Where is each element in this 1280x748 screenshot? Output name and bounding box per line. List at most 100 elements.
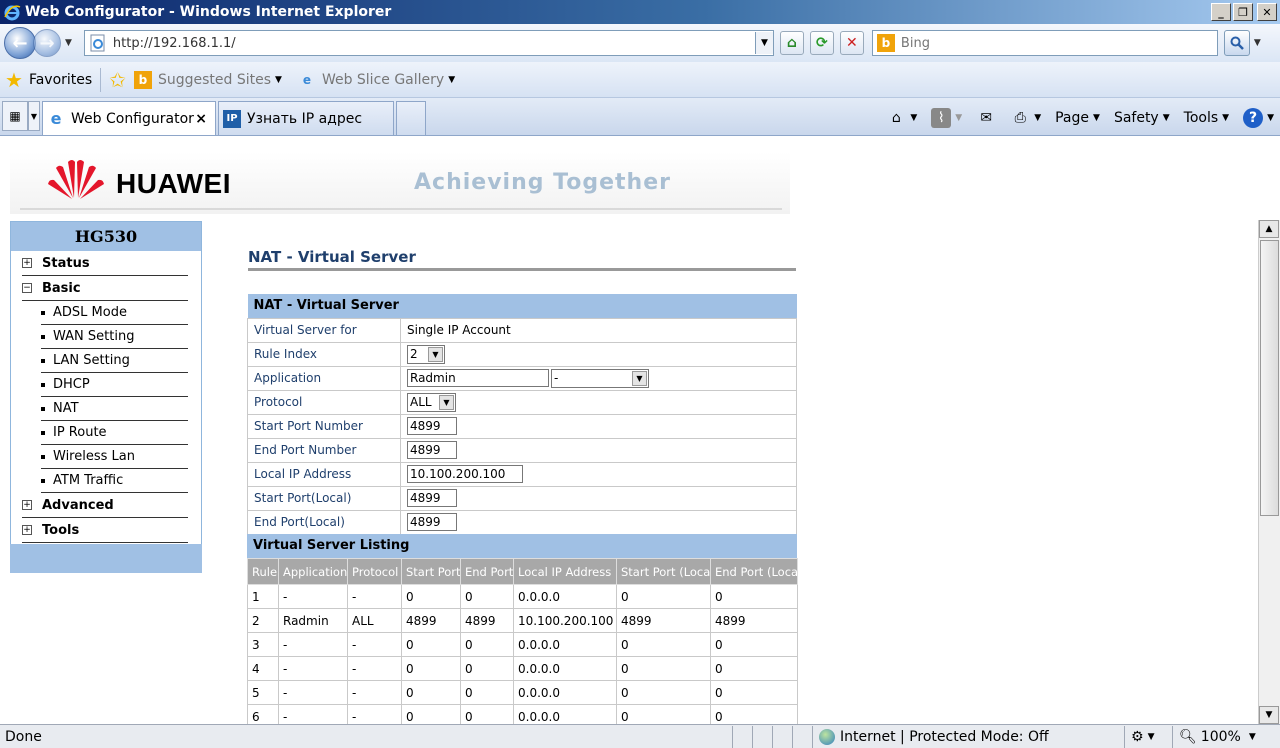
- favorites-button[interactable]: Favorites: [29, 72, 92, 88]
- protocol-select[interactable]: ALL ▼: [407, 392, 456, 412]
- add-to-favorites-icon[interactable]: ✩: [109, 68, 126, 92]
- vertical-scrollbar[interactable]: ▲ ▼: [1258, 220, 1280, 724]
- sidebar-item-tools[interactable]: + Tools: [22, 518, 188, 543]
- end-port-local-input[interactable]: [407, 513, 457, 531]
- history-dropdown-icon[interactable]: ▼: [65, 38, 72, 48]
- scroll-up-icon[interactable]: ▲: [1259, 220, 1279, 238]
- sidebar-item-lan-setting[interactable]: LAN Setting: [41, 349, 188, 373]
- forward-button[interactable]: →: [33, 29, 61, 57]
- sidebar-item-ip-route[interactable]: IP Route: [41, 421, 188, 445]
- table-cell: -: [347, 656, 402, 681]
- sidebar-item-basic[interactable]: − Basic: [22, 276, 188, 301]
- table-cell: -: [347, 704, 402, 724]
- zoom-icon: 🔍︎: [1179, 728, 1197, 745]
- form-row: End Port Number: [247, 437, 797, 463]
- home-icon: ⌂: [891, 110, 901, 126]
- rule-index-select[interactable]: 2 ▼: [407, 344, 445, 364]
- bullet-icon: [41, 430, 45, 435]
- refresh-icon[interactable]: ⟳: [809, 31, 834, 55]
- print-button[interactable]: ⎙ ▼: [1010, 108, 1042, 128]
- ie-logo-icon: [4, 5, 21, 21]
- end-port-input[interactable]: [407, 441, 457, 459]
- page-menu[interactable]: Page ▼: [1055, 110, 1100, 126]
- new-tab-button[interactable]: [396, 101, 426, 135]
- sidebar-item-status[interactable]: + Status: [22, 251, 188, 276]
- tab-web-configurator[interactable]: e Web Configurator ×: [42, 101, 216, 135]
- sidebar-item-atm-traffic[interactable]: ATM Traffic: [41, 469, 188, 493]
- application-input[interactable]: [407, 368, 549, 387]
- sidebar-item-label: Status: [42, 255, 90, 271]
- form-row: Local IP Address: [247, 461, 797, 487]
- search-dropdown-icon[interactable]: ▼: [1254, 38, 1261, 48]
- table-row: 6- -0 0 0.0.0.0 0 0: [247, 704, 798, 724]
- back-arrow-icon: ←: [12, 32, 28, 54]
- table-header-row: Rule Application Protocol Start Port End Por…: [247, 558, 798, 585]
- minimize-button[interactable]: _: [1211, 3, 1231, 21]
- column-header: Rule: [247, 558, 279, 585]
- table-cell: 1: [247, 584, 279, 609]
- restore-button[interactable]: ❐: [1233, 3, 1253, 21]
- scroll-down-icon[interactable]: ▼: [1259, 706, 1279, 724]
- feeds-button[interactable]: ⌇ ▼: [931, 108, 962, 128]
- start-port-input[interactable]: [407, 417, 457, 435]
- stop-icon[interactable]: ✕: [839, 31, 864, 55]
- sidebar-item-label: ADSL Mode: [53, 305, 127, 320]
- sidebar-item-label: Basic: [42, 280, 81, 296]
- form-cell: [400, 437, 797, 463]
- expand-icon: +: [22, 258, 32, 268]
- sidebar-item-wan-setting[interactable]: WAN Setting: [41, 325, 188, 349]
- form-row: End Port(Local): [247, 509, 797, 535]
- zoom-control[interactable]: 🔍︎ 100% ▼: [1172, 725, 1280, 748]
- protected-mode-button[interactable]: ⚙ ▼: [1124, 725, 1172, 748]
- suggested-sites-link[interactable]: b Suggested Sites ▼: [133, 70, 282, 89]
- table-cell: 0: [616, 704, 711, 724]
- help-button[interactable]: ? ▼: [1243, 108, 1274, 128]
- sidebar-item-adsl-mode[interactable]: ADSL Mode: [41, 301, 188, 325]
- sidebar-item-label: ATM Traffic: [53, 473, 124, 488]
- local-ip-input[interactable]: [407, 465, 523, 483]
- start-port-local-input[interactable]: [407, 489, 457, 507]
- tab-ip-address[interactable]: IP Узнать IP адрес: [218, 101, 394, 135]
- quick-tabs-icon[interactable]: ▦: [2, 101, 28, 131]
- close-window-button[interactable]: ✕: [1257, 3, 1277, 21]
- field-label: End Port Number: [247, 437, 401, 463]
- status-pane: [732, 725, 752, 748]
- table-cell: 4899: [401, 608, 461, 633]
- close-tab-icon[interactable]: ×: [195, 111, 207, 127]
- chevron-down-icon: ▼: [1267, 113, 1274, 123]
- bullet-icon: [41, 454, 45, 459]
- address-box[interactable]: ▼: [83, 30, 774, 56]
- safety-menu-label: Safety: [1113, 110, 1159, 126]
- scroll-thumb[interactable]: [1260, 240, 1279, 516]
- home-button[interactable]: ⌂ ▼: [886, 108, 917, 128]
- sidebar-item-nat[interactable]: NAT: [41, 397, 188, 421]
- security-zone[interactable]: Internet | Protected Mode: Off: [812, 725, 1124, 748]
- chevron-down-icon: ▼: [1034, 113, 1042, 123]
- back-button[interactable]: ←: [4, 27, 36, 59]
- chevron-down-icon: ▼: [632, 370, 647, 386]
- tools-menu[interactable]: Tools ▼: [1184, 110, 1229, 126]
- mail-button[interactable]: ✉: [976, 108, 996, 128]
- column-header: End Port: [460, 558, 514, 585]
- sidebar-item-wireless-lan[interactable]: Wireless Lan: [41, 445, 188, 469]
- url-dropdown-icon[interactable]: ▼: [754, 32, 773, 54]
- tab-list-dropdown-icon[interactable]: ▼: [28, 101, 40, 131]
- sidebar-item-label: Tools: [42, 522, 80, 538]
- form-cell: -▼: [400, 365, 797, 391]
- url-input[interactable]: [112, 35, 755, 51]
- favorites-star-icon: ★: [5, 67, 23, 92]
- select-value: ALL: [410, 395, 432, 409]
- search-input[interactable]: [900, 35, 1217, 51]
- application-preset-select[interactable]: - ▼: [551, 368, 649, 388]
- column-header: Protocol: [347, 558, 402, 585]
- collapse-icon: −: [22, 283, 32, 293]
- compatibility-view-icon[interactable]: ⌂: [779, 31, 804, 55]
- search-box[interactable]: b: [871, 30, 1218, 56]
- virtual-server-for-value: Single IP Account: [400, 317, 797, 343]
- search-icon[interactable]: [1223, 30, 1250, 56]
- bullet-icon: [41, 310, 45, 315]
- safety-menu[interactable]: Safety ▼: [1114, 110, 1170, 126]
- sidebar-item-advanced[interactable]: + Advanced: [22, 493, 188, 518]
- sidebar-item-dhcp[interactable]: DHCP: [41, 373, 188, 397]
- web-slice-gallery-link[interactable]: e Web Slice Gallery ▼: [298, 71, 455, 89]
